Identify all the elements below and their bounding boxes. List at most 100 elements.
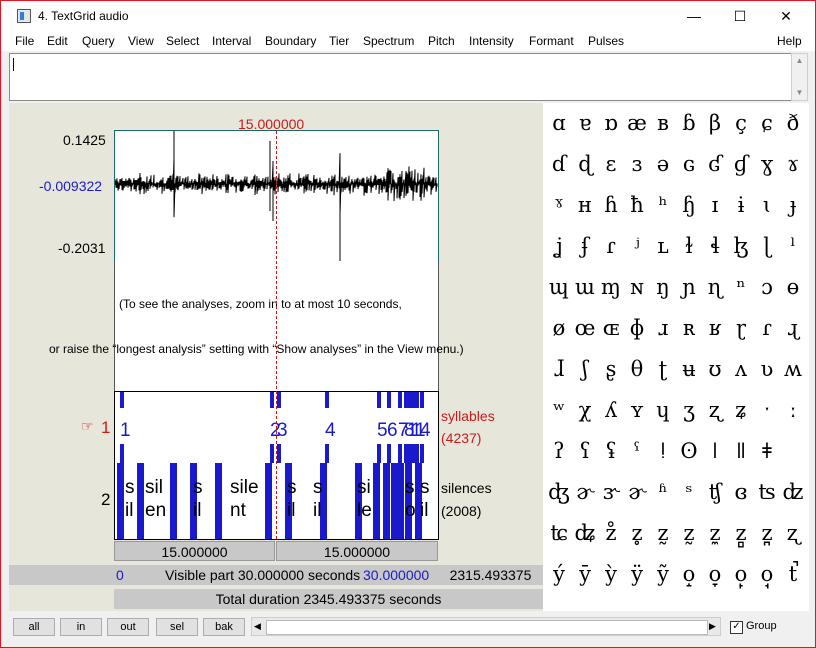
ipa-symbol[interactable]: ɸ [625, 310, 649, 346]
ipa-symbol[interactable]: ʈ [651, 351, 675, 387]
ipa-symbol[interactable]: ỹ [651, 556, 675, 592]
ipa-symbol[interactable]: ɯ [573, 269, 597, 305]
ipa-symbol[interactable]: ˑ [755, 392, 779, 428]
ipa-symbol[interactable]: ɔ [755, 269, 779, 305]
ipa-symbol[interactable]: ǁ [729, 433, 753, 469]
menu-spectrum[interactable]: Spectrum [363, 34, 414, 48]
ipa-symbol[interactable]: ʥ [573, 515, 597, 551]
syllable-boundary[interactable] [120, 444, 124, 464]
syllable-boundary[interactable] [387, 444, 391, 464]
time-scrollbar[interactable]: ◀ ▶ [251, 617, 721, 636]
scroll-thumb[interactable] [266, 620, 708, 635]
syllable-boundary[interactable] [277, 392, 281, 408]
syllable-boundary[interactable] [415, 392, 419, 408]
ipa-symbol[interactable]: ʢ [599, 433, 623, 469]
silence-boundary[interactable] [373, 463, 380, 539]
ipa-symbol[interactable]: z̼ [703, 515, 727, 551]
ipa-symbol[interactable]: ʋ [755, 351, 779, 387]
ipa-symbol[interactable]: ʙ [651, 105, 675, 141]
silence-boundary[interactable] [397, 463, 404, 539]
ipa-symbol[interactable]: ɑ [547, 105, 571, 141]
ipa-symbol[interactable]: ⁿ [729, 269, 753, 305]
ipa-symbol[interactable]: χ [573, 392, 597, 428]
zoom-out-button[interactable]: out [107, 618, 149, 636]
ipa-symbol[interactable]: ɵ [781, 269, 805, 305]
close-button[interactable]: ✕ [763, 1, 809, 31]
ipa-symbol[interactable]: ɐ [573, 105, 597, 141]
zoom-in-button[interactable]: in [60, 618, 102, 636]
total-duration-bar[interactable]: Total duration 2345.493375 seconds [114, 589, 543, 609]
ipa-symbol[interactable]: ǀ [703, 433, 727, 469]
ipa-symbol[interactable]: ʐ [703, 392, 727, 428]
scroll-up-arrow-icon[interactable]: ▲ [792, 54, 807, 68]
ipa-symbol[interactable]: ʀ [677, 310, 701, 346]
ipa-symbol[interactable]: ʒ [677, 392, 701, 428]
ipa-symbol[interactable]: β [703, 105, 727, 141]
ipa-symbol[interactable]: z̪ [755, 515, 779, 551]
menu-select[interactable]: Select [166, 34, 199, 48]
ipa-symbol[interactable]: ɺ [547, 351, 571, 387]
zoom-selection-button[interactable]: sel [156, 618, 198, 636]
ipa-symbol[interactable]: ɢ [677, 146, 701, 182]
ipa-symbol[interactable]: ʤ [547, 474, 571, 510]
menu-boundary[interactable]: Boundary [265, 34, 316, 48]
ipa-symbol[interactable]: ʛ [703, 146, 727, 182]
ipa-symbol[interactable]: ʧ [703, 474, 727, 510]
ipa-symbol[interactable]: ǃ [651, 433, 675, 469]
ipa-symbol[interactable]: z̰ [651, 515, 675, 551]
ipa-symbol[interactable]: ɫ [677, 228, 701, 264]
ipa-symbol[interactable]: o̙ [729, 556, 753, 592]
ipa-symbol[interactable]: ɰ [547, 269, 571, 305]
ipa-symbol[interactable]: θ [625, 351, 649, 387]
ipa-symbol[interactable]: ỳ [599, 556, 623, 592]
ipa-symbol[interactable]: ʷ [547, 392, 571, 428]
text-edit-scrollbar[interactable]: ▲ ▼ [791, 53, 808, 101]
ipa-symbol[interactable]: ʌ [729, 351, 753, 387]
menu-tier[interactable]: Tier [329, 34, 349, 48]
silence-boundary[interactable] [117, 463, 124, 539]
ipa-symbol[interactable]: ˠ [547, 187, 571, 223]
ipa-symbol[interactable]: ɗ [547, 146, 571, 182]
ipa-symbol[interactable]: ɞ [729, 474, 753, 510]
syllable-boundary[interactable] [325, 444, 329, 464]
ipa-symbol[interactable]: ɽ [729, 310, 753, 346]
zoom-back-button[interactable]: bak [203, 618, 245, 636]
ipa-symbol[interactable]: ɝ [599, 474, 623, 510]
ipa-symbol[interactable]: ʐ [781, 515, 805, 551]
visible-part-after-bar[interactable]: 2315.493375 [438, 565, 543, 585]
ipa-symbol[interactable]: ʔ [547, 433, 571, 469]
ipa-symbol[interactable]: ɳ [703, 269, 727, 305]
syllable-boundary[interactable] [377, 444, 381, 464]
menu-edit[interactable]: Edit [47, 34, 68, 48]
ipa-symbol[interactable]: ɥ [651, 392, 675, 428]
ipa-symbol[interactable]: ǂ [755, 433, 779, 469]
ipa-symbol[interactable]: ɨ [729, 187, 753, 223]
maximize-button[interactable]: ☐ [717, 1, 763, 31]
ipa-symbol[interactable]: ɒ [599, 105, 623, 141]
menu-view[interactable]: View [128, 34, 154, 48]
ipa-symbol[interactable]: ɶ [599, 310, 623, 346]
ipa-symbol[interactable]: ɚ [573, 474, 597, 510]
ipa-symbol[interactable]: ʣ [781, 474, 805, 510]
ipa-symbol[interactable]: ə [651, 146, 675, 182]
ipa-symbol[interactable]: ɴ [625, 269, 649, 305]
menu-interval[interactable]: Interval [212, 34, 251, 48]
ipa-symbol[interactable]: ø [547, 310, 571, 346]
ipa-symbol[interactable]: ɕ [755, 105, 779, 141]
ipa-symbol[interactable]: ˢ [677, 474, 701, 510]
ipa-symbol[interactable]: ʎ [599, 392, 623, 428]
ipa-symbol[interactable]: ː [781, 392, 805, 428]
ipa-symbol[interactable]: ʁ [703, 310, 727, 346]
ipa-symbol[interactable]: ŋ [651, 269, 675, 305]
ipa-symbol[interactable]: ʕ [573, 433, 597, 469]
ipa-symbol[interactable]: ɱ [599, 269, 623, 305]
syllable-boundary[interactable] [377, 392, 381, 408]
ipa-symbol[interactable]: ˡ [781, 228, 805, 264]
ipa-symbol[interactable]: ʉ [677, 351, 701, 387]
ipa-symbol[interactable] [781, 433, 805, 469]
ipa-symbol[interactable]: æ [625, 105, 649, 141]
ipa-symbol[interactable]: ʃ [573, 351, 597, 387]
ipa-symbol[interactable]: ʜ [573, 187, 597, 223]
scroll-down-arrow-icon[interactable]: ▼ [792, 86, 807, 100]
ipa-symbol[interactable]: ʰ [651, 187, 675, 223]
